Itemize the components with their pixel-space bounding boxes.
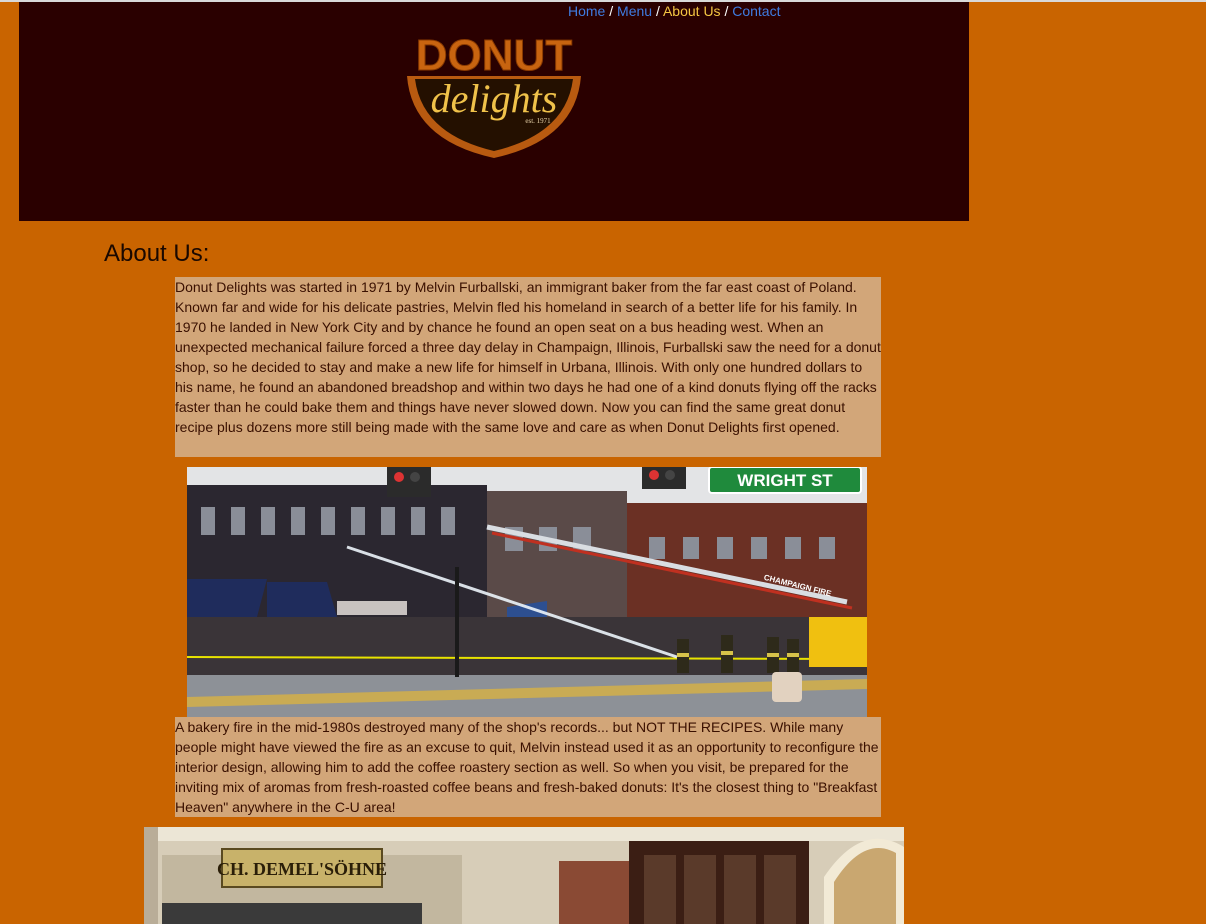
nav-separator: / bbox=[655, 3, 660, 19]
bakery-fire-photo: WRIGHT ST CHAMPAIGN FIRE bbox=[187, 467, 867, 717]
history-paragraph: Donut Delights was started in 1971 by Me… bbox=[175, 277, 881, 457]
nav-link-contact[interactable]: Contact bbox=[732, 3, 780, 19]
svg-text:delights: delights bbox=[431, 76, 558, 121]
svg-text:est. 1971: est. 1971 bbox=[525, 117, 551, 125]
svg-text:DONUT: DONUT bbox=[416, 31, 573, 80]
nav-separator: / bbox=[609, 3, 614, 19]
page-title: About Us: bbox=[104, 240, 210, 267]
bakery-interior-photo: CH. DEMEL'SÖHNE bbox=[144, 827, 904, 924]
page: DONUT delights est. 1971 Home / Menu / A… bbox=[0, 0, 1206, 924]
fire-paragraph: A bakery fire in the mid-1980s destroyed… bbox=[175, 717, 881, 817]
nav-link-menu[interactable]: Menu bbox=[617, 3, 652, 19]
donut-delights-logo[interactable]: DONUT delights est. 1971 bbox=[404, 30, 584, 164]
site-header: DONUT delights est. 1971 bbox=[19, 2, 969, 221]
svg-text:CH. DEMEL'SÖHNE: CH. DEMEL'SÖHNE bbox=[217, 859, 387, 879]
nav-link-home[interactable]: Home bbox=[568, 3, 605, 19]
svg-text:WRIGHT ST: WRIGHT ST bbox=[737, 471, 833, 490]
nav-separator: / bbox=[724, 3, 729, 19]
nav-link-about-us[interactable]: About Us bbox=[663, 3, 721, 19]
top-nav: Home / Menu / About Us / Contact bbox=[568, 3, 780, 20]
